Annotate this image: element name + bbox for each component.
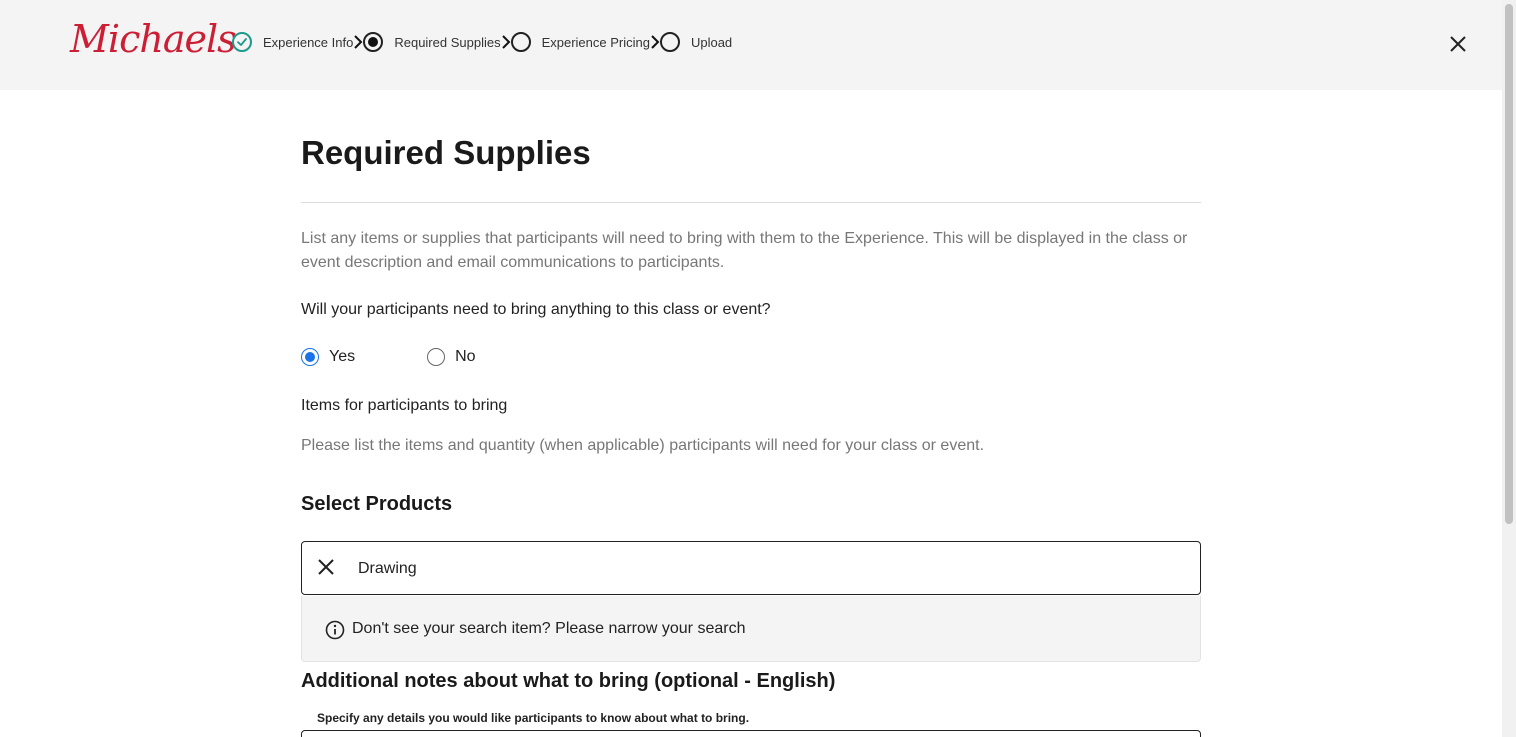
radio-yes[interactable]: Yes <box>301 348 355 366</box>
items-label: Items for participants to bring <box>301 397 508 414</box>
radio-no[interactable]: No <box>427 348 476 366</box>
scrollbar[interactable] <box>1502 0 1516 737</box>
radio-label: No <box>455 348 476 365</box>
step-experience-pricing[interactable]: Experience Pricing <box>510 32 650 52</box>
step-required-supplies[interactable]: Required Supplies <box>363 32 501 52</box>
page-description: List any items or supplies that particip… <box>301 230 1188 271</box>
top-bar: Michaels Experience Info Required Suppli… <box>0 0 1502 90</box>
step-upload[interactable]: Upload <box>659 32 733 52</box>
radio-selected-icon[interactable] <box>301 348 319 366</box>
progress-stepper: Experience Info Required Supplies Experi… <box>232 31 732 53</box>
search-results-dropdown: Don't see your search item? Please narro… <box>301 596 1201 662</box>
chevron-right-icon <box>353 34 363 50</box>
no-results-message: Don't see your search item? Please narro… <box>352 620 746 637</box>
clear-search-icon[interactable] <box>317 558 335 576</box>
product-search-field[interactable] <box>301 541 1201 595</box>
current-step-icon <box>363 32 384 52</box>
empty-circle-icon <box>659 32 680 52</box>
divider <box>301 202 1201 203</box>
select-products-heading: Select Products <box>301 493 453 515</box>
additional-notes-help: Specify any details you would like parti… <box>317 711 750 725</box>
step-label: Upload <box>690 34 733 50</box>
step-label: Experience Pricing <box>541 34 650 50</box>
additional-notes-heading: Additional notes about what to bring (op… <box>301 670 836 692</box>
empty-circle-icon <box>510 32 531 52</box>
additional-notes-textarea[interactable] <box>301 730 1201 737</box>
items-help-text: Please list the items and quantity (when… <box>301 437 985 454</box>
step-label: Required Supplies <box>394 34 501 50</box>
chevron-right-icon <box>650 34 660 50</box>
bring-question: Will your participants need to bring any… <box>301 301 771 318</box>
check-circle-icon <box>232 32 252 52</box>
chevron-right-icon <box>501 34 511 50</box>
info-icon <box>325 620 345 640</box>
radio-label: Yes <box>329 348 356 365</box>
radio-unselected-icon[interactable] <box>427 348 446 366</box>
michaels-logo[interactable]: Michaels <box>70 16 237 62</box>
close-icon[interactable] <box>1448 34 1468 54</box>
step-label: Experience Info <box>263 34 354 50</box>
step-experience-info[interactable]: Experience Info <box>232 32 353 52</box>
page-title: Required Supplies <box>301 134 591 171</box>
product-search-input[interactable] <box>358 554 1158 584</box>
bring-radio-group: Yes No <box>301 348 476 366</box>
scrollbar-thumb[interactable] <box>1505 4 1513 524</box>
